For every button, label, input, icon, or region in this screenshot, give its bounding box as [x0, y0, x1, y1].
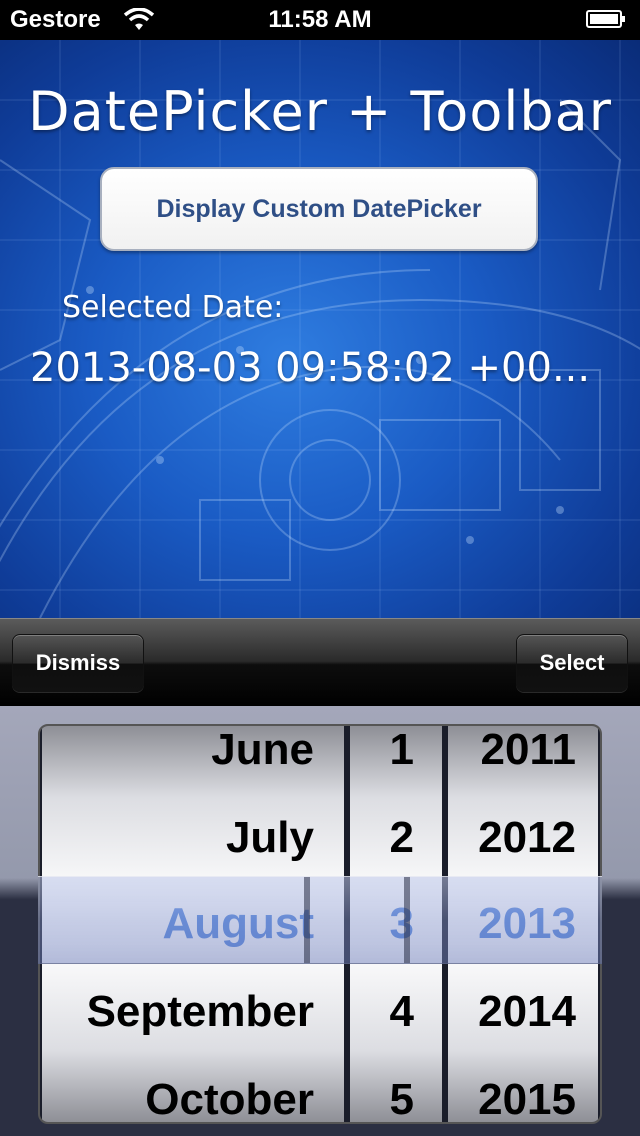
- display-custom-datepicker-button[interactable]: Display Custom DatePicker: [100, 167, 538, 251]
- year-row-2012[interactable]: 2012: [448, 794, 598, 882]
- month-row-july[interactable]: July: [42, 794, 344, 882]
- selected-date-value: 2013-08-03 09:58:02 +00...: [30, 345, 591, 391]
- year-row-2011[interactable]: 2011: [448, 726, 598, 794]
- year-row-2013[interactable]: 2013: [448, 880, 598, 968]
- select-button[interactable]: Select: [516, 634, 628, 692]
- picker-toolbar: Dismiss Select: [0, 618, 640, 707]
- picker-frame: June July August September October 1 2 3…: [38, 724, 602, 1124]
- app-title: DatePicker + Toolbar: [28, 80, 612, 143]
- month-row-september[interactable]: September: [42, 968, 344, 1056]
- month-row-june[interactable]: June: [42, 726, 344, 794]
- year-row-2014[interactable]: 2014: [448, 968, 598, 1056]
- day-row-4[interactable]: 4: [350, 968, 442, 1056]
- year-column[interactable]: 2011 2012 2013 2014 2015: [448, 726, 598, 1122]
- dismiss-button[interactable]: Dismiss: [12, 634, 144, 692]
- day-row-5[interactable]: 5: [350, 1056, 442, 1122]
- clock-time: 11:58 AM: [268, 6, 372, 33]
- month-row-august[interactable]: August: [42, 880, 344, 968]
- month-row-october[interactable]: October: [42, 1056, 344, 1122]
- status-bar: Gestore 11:58 AM: [0, 0, 640, 40]
- selected-date-label: Selected Date:: [62, 290, 284, 325]
- day-row-1[interactable]: 1: [350, 726, 442, 794]
- date-picker: June July August September October 1 2 3…: [0, 706, 640, 1136]
- year-row-2015[interactable]: 2015: [448, 1056, 598, 1122]
- day-column[interactable]: 1 2 3 4 5: [350, 726, 442, 1122]
- month-column[interactable]: June July August September October: [42, 726, 344, 1122]
- day-row-3[interactable]: 3: [350, 880, 442, 968]
- day-row-2[interactable]: 2: [350, 794, 442, 882]
- battery-icon: [586, 10, 625, 28]
- blueprint-background: DatePicker + Toolbar Display Custom Date…: [0, 40, 640, 618]
